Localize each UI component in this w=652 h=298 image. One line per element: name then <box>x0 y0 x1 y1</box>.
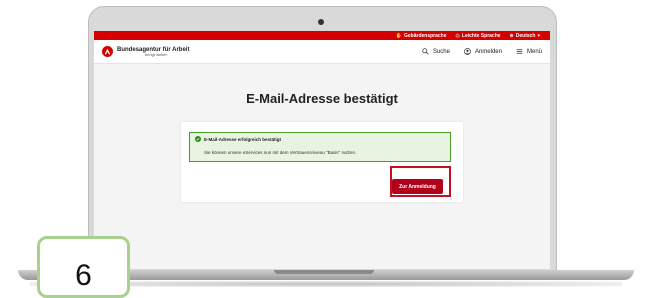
search-icon <box>422 48 429 55</box>
search-label: Suche <box>432 48 450 55</box>
brand-logo[interactable]: Bundesagentur für Arbeit bringt weiter. <box>102 46 189 57</box>
hand-icon: ✋ <box>395 32 402 39</box>
browser-screen: ✋ Gebärdensprache ◎ Leichte Sprache ⊕ De… <box>94 31 550 269</box>
hamburger-icon <box>516 49 523 54</box>
camera-icon <box>318 19 324 25</box>
language-select[interactable]: ⊕ Deutsch ▾ <box>510 33 540 39</box>
page-title: E-Mail-Adresse bestätigt <box>246 91 398 106</box>
menu-button[interactable]: Menü <box>516 48 542 55</box>
header-nav: Suche Anmelden Menü <box>422 48 542 55</box>
sign-language-label: Gebärdensprache <box>404 32 447 39</box>
main-content: E-Mail-Adresse bestätigt E-Mail-Adresse … <box>94 64 550 269</box>
check-icon <box>195 136 201 142</box>
utility-bar: ✋ Gebärdensprache ◎ Leichte Sprache ⊕ De… <box>94 31 550 40</box>
step-badge: 6 <box>37 236 130 298</box>
highlight-frame <box>390 166 451 197</box>
chevron-down-icon: ▾ <box>537 32 540 39</box>
alert-body: Sie können unsere eServices nun mit dem … <box>204 150 357 155</box>
language-label: Deutsch <box>515 32 536 39</box>
success-alert: E-Mail-Adresse erfolgreich bestätigt Sie… <box>189 132 451 162</box>
site-header: Bundesagentur für Arbeit bringt weiter. … <box>94 40 550 64</box>
login-nav-label: Anmelden <box>474 48 502 55</box>
alert-heading: E-Mail-Adresse erfolgreich bestätigt <box>204 136 282 142</box>
easy-language-link[interactable]: ◎ Leichte Sprache <box>456 33 501 39</box>
sign-language-link[interactable]: ✋ Gebärdensprache <box>396 33 447 39</box>
globe-icon: ⊕ <box>509 32 514 39</box>
brand-tagline: bringt weiter. <box>145 51 168 57</box>
logo-icon <box>102 46 113 57</box>
user-icon <box>464 48 471 55</box>
easy-language-label: Leichte Sprache <box>461 32 501 39</box>
menu-label: Menü <box>526 48 542 55</box>
step-number: 6 <box>75 259 92 292</box>
laptop-notch <box>274 270 374 274</box>
easy-language-icon: ◎ <box>455 32 460 39</box>
search-button[interactable]: Suche <box>422 48 450 55</box>
login-nav-button[interactable]: Anmelden <box>464 48 502 55</box>
